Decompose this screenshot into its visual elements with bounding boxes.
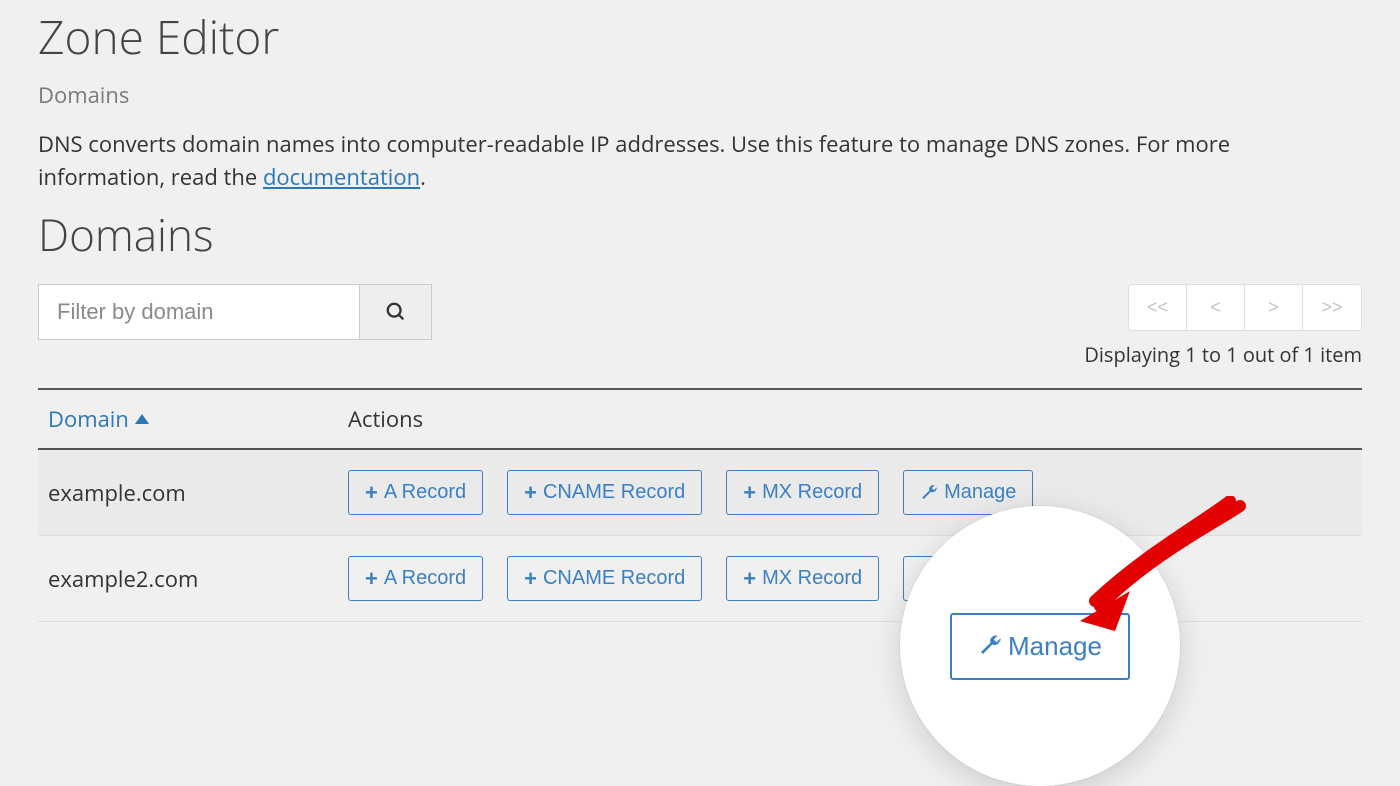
search-icon [385,301,407,323]
plus-icon: + [524,568,537,590]
add-cname-record-button[interactable]: + CNAME Record [507,556,702,601]
add-mx-record-button[interactable]: + MX Record [726,470,879,515]
pager-prev-button[interactable]: < [1187,285,1245,330]
plus-icon: + [743,568,756,590]
mx-record-label: MX Record [762,567,862,590]
add-mx-record-button[interactable]: + MX Record [726,556,879,601]
a-record-label: A Record [384,481,466,504]
search-button[interactable] [359,285,431,339]
pagination-display-text: Displaying 1 to 1 out of 1 item [1084,341,1362,368]
description-text-pre: DNS converts domain names into computer-… [38,129,1230,192]
plus-icon: + [524,482,537,504]
table-header: Domain Actions [38,390,1362,450]
pager-next-button[interactable]: > [1245,285,1303,330]
cname-record-label: CNAME Record [543,567,685,590]
cname-record-label: CNAME Record [543,481,685,504]
a-record-label: A Record [384,567,466,590]
add-a-record-button[interactable]: + A Record [348,470,483,515]
manage-label-highlighted: Manage [1008,631,1102,662]
column-header-domain[interactable]: Domain [48,404,348,434]
domain-cell: example.com [48,478,348,508]
actions-cell: + A Record + CNAME Record + MX Record Ma… [348,556,1352,601]
column-header-actions: Actions [348,404,423,434]
plus-icon: + [365,482,378,504]
wrench-icon [920,484,938,502]
actions-cell: + A Record + CNAME Record + MX Record Ma… [348,470,1352,515]
mx-record-label: MX Record [762,481,862,504]
documentation-link[interactable]: documentation [263,162,420,192]
filter-group [38,284,432,340]
plus-icon: + [365,568,378,590]
page-title: Zone Editor [38,6,1362,68]
manage-label: Manage [944,481,1016,504]
add-a-record-button[interactable]: + A Record [348,556,483,601]
table-row: example.com + A Record + CNAME Record + … [38,450,1362,536]
column-header-domain-label: Domain [48,404,129,434]
pager-last-button[interactable]: >> [1303,285,1361,330]
description-text-post: . [420,162,426,192]
wrench-icon [978,634,1002,658]
manage-button-highlighted[interactable]: Manage [950,613,1130,680]
sort-asc-icon [135,414,149,424]
pager: << < > >> [1128,284,1362,331]
plus-icon: + [743,482,756,504]
page-description: DNS converts domain names into computer-… [38,128,1362,194]
domain-cell: example2.com [48,564,348,594]
breadcrumb: Domains [38,80,1362,110]
domain-filter-input[interactable] [39,285,359,339]
pager-first-button[interactable]: << [1129,285,1187,330]
highlight-magnifier: Manage [900,506,1180,786]
add-cname-record-button[interactable]: + CNAME Record [507,470,702,515]
section-title: Domains [38,204,1362,264]
